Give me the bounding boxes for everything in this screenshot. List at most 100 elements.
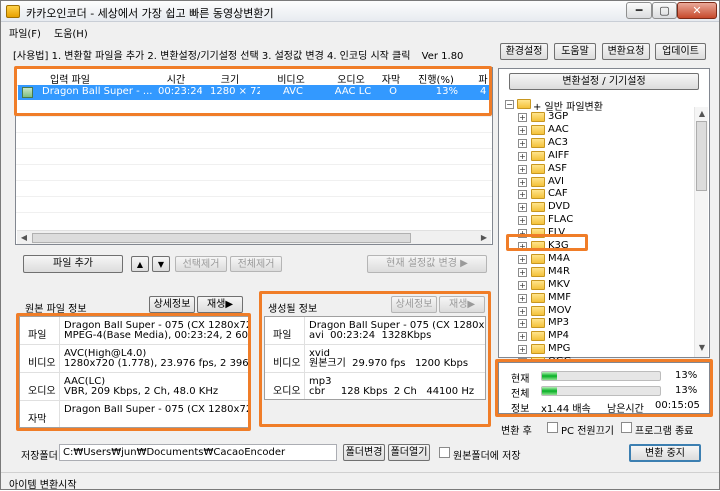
folder-icon [531, 331, 545, 342]
col-video[interactable]: 비디오 [269, 71, 313, 86]
info-key: 오디오 [28, 386, 56, 397]
folder-icon [517, 99, 531, 109]
remove-selected-button[interactable]: 선택제거 [175, 256, 227, 272]
scroll-up-icon[interactable]: ▲ [697, 109, 707, 119]
grid-line [16, 132, 492, 133]
info-value: AAC(LC) VBR, 209 Kbps, 2 Ch, 48.0 KHz [64, 377, 219, 397]
apply-settings-button[interactable]: 현재 설정값 변경 ▶ [367, 255, 487, 273]
output-detail-button[interactable]: 상세정보 [391, 296, 437, 313]
usage-text: [사용법] 1. 변환할 파일을 추가 2. 변환설정/기기설정 선택 3. 설… [13, 51, 411, 62]
col-time[interactable]: 시간 [156, 71, 196, 86]
save-folder-path[interactable]: C:₩Users₩jun₩Documents₩CacaoEncoder [59, 444, 337, 461]
folder-icon [531, 279, 545, 290]
col-progress[interactable]: 진행(%) [414, 71, 458, 86]
col-size[interactable]: 크기 [208, 71, 252, 86]
expand-icon[interactable]: + [518, 190, 527, 200]
open-folder-button[interactable]: 폴더열기 [388, 444, 430, 461]
change-folder-button[interactable]: 폴더변경 [343, 444, 385, 461]
grid-line [16, 212, 492, 213]
info-row: 비디오 xvid 원본크기 29.970 fps 1200 Kbps [265, 345, 485, 373]
expand-icon[interactable]: + [518, 216, 527, 226]
folder-icon [531, 189, 545, 200]
vertical-scrollbar[interactable]: ▲ ▼ [694, 107, 708, 357]
source-info-title: 원본 파일 정보 [25, 304, 87, 315]
folder-icon [531, 176, 545, 187]
remaining-label: 남은시간 [607, 404, 644, 415]
scroll-down-icon[interactable]: ▼ [697, 343, 707, 353]
table-row[interactable]: Dragon Ball Super - ... 00:23:24 1280 × … [18, 85, 492, 100]
expand-icon[interactable]: + [518, 151, 527, 161]
info-value: AVC(High@L4.0) 1280x720 (1.778), 23.976 … [64, 349, 248, 369]
maximize-button[interactable]: ▢ [652, 2, 677, 19]
move-down-button[interactable]: ▼ [152, 256, 170, 272]
source-detail-button[interactable]: 상세정보 [149, 296, 195, 313]
output-play-button[interactable]: 재생▶ [439, 296, 485, 313]
expand-icon[interactable]: + [518, 293, 527, 303]
expand-icon[interactable]: + [518, 280, 527, 290]
menu-help[interactable]: 도움(H) [54, 25, 88, 40]
move-up-button[interactable]: ▲ [131, 256, 149, 272]
tree-item-label: K3G [548, 240, 569, 251]
help-button[interactable]: 도움말 [554, 43, 596, 60]
folder-icon [531, 266, 545, 277]
expand-icon[interactable]: + [518, 254, 527, 264]
expand-icon[interactable]: + [518, 242, 527, 251]
add-file-button[interactable]: 파일 추가 [23, 255, 123, 273]
same-folder-label[interactable]: 원본폴더에 저장 [453, 447, 521, 462]
cell-progress: 13% [435, 86, 458, 97]
tree-item-label: M4R [548, 265, 570, 277]
title-bar[interactable]: 카카오인코더 - 세상에서 가장 쉽고 빠른 동영상변환기 ━ ▢ ✕ [1, 1, 719, 22]
tree-item-label: MMF [548, 291, 572, 303]
info-key: 파일 [273, 330, 292, 341]
source-play-button[interactable]: 재생▶ [197, 296, 243, 313]
program-exit-checkbox[interactable] [621, 422, 632, 433]
pc-off-label[interactable]: PC 전원끄기 [561, 422, 614, 437]
expand-icon[interactable]: + [518, 267, 527, 277]
pc-off-checkbox[interactable] [547, 422, 558, 433]
folder-icon [531, 305, 545, 316]
info-key: 오디오 [273, 386, 301, 397]
scroll-right-icon[interactable]: ▶ [479, 233, 489, 243]
expand-icon[interactable]: + [518, 138, 527, 148]
folder-icon [531, 292, 545, 303]
tree-item-label: M4A [548, 252, 570, 264]
expand-icon[interactable]: + [518, 113, 527, 122]
info-row: 자막 Dragon Ball Super - 075 (CX 1280x72..… [20, 401, 248, 428]
file-list[interactable]: 입력 파일 시간 크기 비디오 오디오 자막 진행(%) 파 Dragon Ba… [15, 67, 493, 245]
expand-icon[interactable]: + [518, 177, 527, 187]
info-value: Dragon Ball Super - 075 (CX 1280x720 x a… [309, 321, 485, 341]
expand-icon[interactable]: + [518, 332, 527, 342]
horizontal-scrollbar[interactable]: ◀ ▶ [17, 230, 491, 244]
cell-extra: 4 [480, 86, 487, 97]
scroll-thumb[interactable] [32, 233, 411, 243]
after-convert-label: 변환 후 [501, 426, 532, 437]
update-button[interactable]: 업데이트 [655, 43, 706, 60]
collapse-icon[interactable]: − [505, 100, 514, 109]
version-label: Ver 1.80 [421, 51, 464, 62]
col-audio[interactable]: 오디오 [329, 71, 373, 86]
col-subtitle[interactable]: 자막 [379, 71, 403, 86]
scroll-left-icon[interactable]: ◀ [19, 233, 29, 243]
same-folder-checkbox[interactable] [439, 447, 450, 458]
col-input-file[interactable]: 입력 파일 [40, 71, 100, 86]
menu-file[interactable]: 파일(F) [9, 25, 41, 40]
expand-icon[interactable]: + [518, 345, 527, 355]
request-button[interactable]: 변환요청 [602, 43, 650, 60]
expand-icon[interactable]: + [518, 164, 527, 174]
stop-convert-button[interactable]: 변환 중지 [629, 444, 701, 462]
minimize-button[interactable]: ━ [626, 2, 652, 19]
remove-all-button[interactable]: 전체제거 [230, 256, 282, 272]
expand-icon[interactable]: + [518, 229, 527, 239]
scroll-thumb[interactable] [696, 121, 707, 191]
tree-item-label: MPG [548, 343, 571, 355]
expand-icon[interactable]: + [518, 319, 527, 329]
close-button[interactable]: ✕ [677, 2, 717, 19]
col-extra[interactable]: 파 [476, 71, 490, 86]
settings-button[interactable]: 환경설정 [500, 43, 548, 60]
expand-icon[interactable]: + [518, 306, 527, 316]
expand-icon[interactable]: + [518, 203, 527, 213]
expand-icon[interactable]: + [518, 125, 527, 135]
app-window: 카카오인코더 - 세상에서 가장 쉽고 빠른 동영상변환기 ━ ▢ ✕ 파일(F… [0, 0, 720, 491]
info-row: 파일 Dragon Ball Super - 075 (CX 1280x720 … [20, 317, 248, 345]
program-exit-label[interactable]: 프로그램 종료 [635, 422, 693, 437]
